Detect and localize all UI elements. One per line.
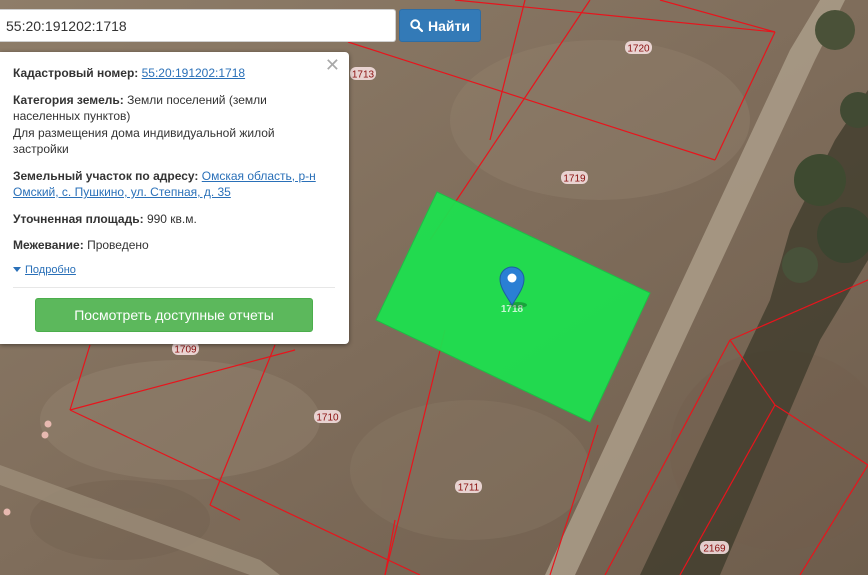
parcel-info-popup: ✕ Кадастровый номер: 55:20:191202:1718 К… [0, 52, 349, 344]
search-button[interactable]: Найти [399, 9, 481, 42]
close-icon[interactable]: ✕ [325, 57, 340, 75]
parcel-label-2169: 2169 [703, 544, 726, 555]
survey-row: Межевание: Проведено [13, 237, 337, 254]
cadastral-search-input[interactable] [0, 9, 396, 42]
details-toggle[interactable]: Подробно [13, 262, 76, 279]
parcel-label-1710: 1710 [316, 413, 339, 424]
survey-label: Межевание: [13, 238, 84, 252]
area-row: Уточненная площадь: 990 кв.м. [13, 211, 337, 228]
parcel-label: 1713 [350, 67, 376, 81]
caret-down-icon [13, 267, 21, 273]
land-category-row: Категория земель: Земли поселений (земли… [13, 92, 337, 158]
area-value: 990 кв.м. [146, 211, 197, 226]
land-category-label: Категория земель: [13, 92, 124, 107]
address-label: Земельный участок по адресу: [13, 168, 199, 183]
popup-divider [13, 287, 335, 288]
parcel-label-1720: 1720 [627, 44, 650, 55]
parcel-label-1709: 1709 [174, 345, 197, 356]
search-button-label: Найти [428, 17, 470, 34]
parcel-label: 1720 [625, 41, 652, 55]
parcel-label-1719: 1719 [563, 174, 586, 185]
parcel-label: 1719 [561, 171, 588, 185]
land-use-value: Для размещения дома индивидуальной жилой… [13, 125, 275, 157]
parcel-label: 1709 [172, 342, 199, 356]
parcel-label: 1711 [455, 480, 482, 494]
search-icon [410, 19, 424, 32]
address-row: Земельный участок по адресу: Омская обла… [13, 168, 337, 201]
cadastral-number-row: Кадастровый номер: 55:20:191202:1718 [13, 65, 337, 82]
area-label: Уточненная площадь: [13, 211, 144, 226]
parcel-label-1711: 1711 [458, 483, 480, 494]
parcel-label-1713: 1713 [352, 70, 375, 81]
cadastral-number-label: Кадастровый номер: [13, 66, 139, 80]
parcel-label: 2169 [700, 541, 729, 555]
search-bar [0, 9, 396, 42]
view-reports-button[interactable]: Посмотреть доступные отчеты [35, 298, 313, 332]
survey-value: Проведено [87, 238, 149, 252]
details-link-label: Подробно [25, 263, 76, 276]
parcel-label: 1710 [314, 410, 341, 424]
cadastral-number-link[interactable]: 55:20:191202:1718 [142, 66, 245, 80]
